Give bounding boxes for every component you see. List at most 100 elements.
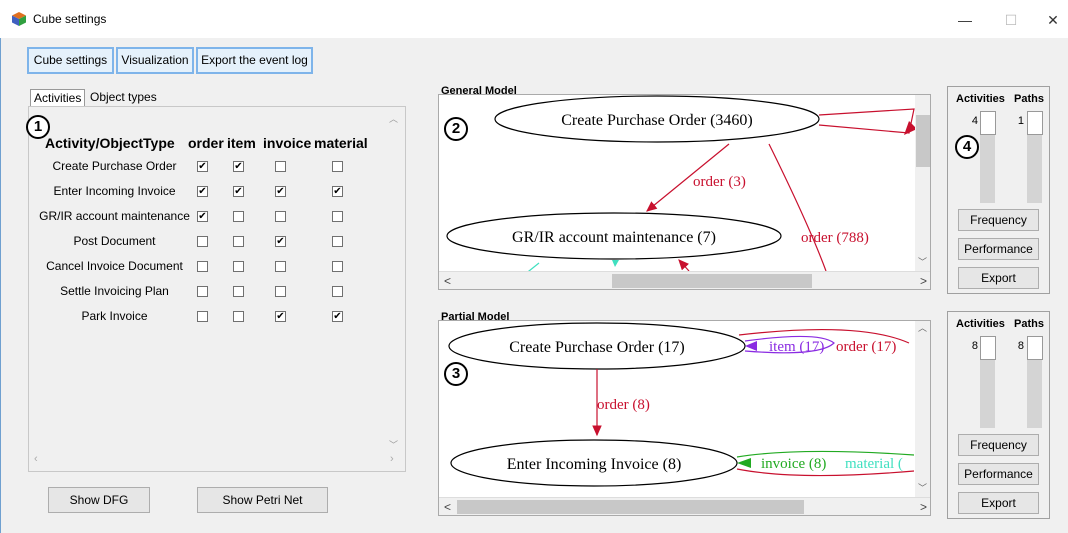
checkbox-order[interactable]	[197, 311, 208, 322]
window-border	[0, 38, 1, 533]
node-label-enter-invoice: Enter Incoming Invoice (8)	[507, 456, 682, 473]
activity-row-label: Post Document	[73, 234, 156, 248]
invoice-arrowhead	[737, 458, 751, 468]
checkbox-material[interactable]	[332, 211, 343, 222]
checkbox-material[interactable]	[332, 161, 343, 172]
visualization-button[interactable]: Visualization	[116, 47, 194, 74]
partial-scroll-down-icon[interactable]: ﹀	[918, 481, 927, 494]
checkbox-item[interactable]: ✔	[233, 161, 244, 172]
partial-hscroll[interactable]: < >	[439, 497, 930, 515]
checkbox-item[interactable]	[233, 311, 244, 322]
activity-row-label: GR/IR account maintenance	[39, 209, 190, 223]
marker-3: 3	[444, 362, 468, 386]
partial-performance-button[interactable]: Performance	[958, 463, 1039, 485]
edge-label-order-788: order (788)	[801, 230, 869, 246]
activity-row-label: Park Invoice	[81, 309, 148, 323]
partial-hscroll-thumb[interactable]	[457, 500, 804, 514]
partial-model-canvas[interactable]: Create Purchase Order (17) item (17) ord…	[438, 320, 931, 516]
general-paths-value: 1	[1017, 115, 1024, 127]
checkbox-order[interactable]	[197, 261, 208, 272]
checkbox-invoice[interactable]	[275, 286, 286, 297]
general-vscroll[interactable]: ﹀	[915, 95, 930, 271]
partial-export-button[interactable]: Export	[958, 492, 1039, 514]
panel-scroll-right-icon[interactable]: ›	[390, 453, 394, 465]
activity-row-label: Cancel Invoice Document	[46, 259, 183, 273]
checkbox-order[interactable]	[197, 286, 208, 297]
general-export-button[interactable]: Export	[958, 267, 1039, 289]
checkbox-invoice[interactable]	[275, 211, 286, 222]
checkbox-invoice[interactable]: ✔	[275, 236, 286, 247]
checkbox-item[interactable]	[233, 261, 244, 272]
panel-scroll-left-icon[interactable]: ‹	[34, 453, 38, 465]
checkbox-invoice[interactable]: ✔	[275, 186, 286, 197]
general-paths-label: Paths	[1014, 93, 1044, 105]
partial-activities-slider-knob[interactable]	[980, 336, 996, 360]
general-activities-slider[interactable]	[980, 111, 996, 203]
close-button[interactable]: ✕	[1030, 6, 1068, 34]
general-scroll-left-icon[interactable]: <	[444, 274, 451, 288]
cube-icon	[12, 12, 26, 26]
export-event-log-button[interactable]: Export the event log	[196, 47, 313, 74]
general-vscroll-thumb[interactable]	[916, 115, 930, 167]
checkbox-item[interactable]	[233, 236, 244, 247]
node-label-create-po-17: Create Purchase Order (17)	[509, 339, 684, 356]
checkbox-item[interactable]	[233, 286, 244, 297]
edge-label-order-8: order (8)	[597, 397, 650, 413]
checkbox-order[interactable]: ✔	[197, 186, 208, 197]
general-frequency-button[interactable]: Frequency	[958, 209, 1039, 231]
edge-label-item-17: item (17)	[769, 339, 824, 355]
general-paths-slider[interactable]	[1027, 111, 1043, 203]
partial-vscroll[interactable]: ︿ ﹀	[915, 321, 930, 497]
show-dfg-button[interactable]: Show DFG	[48, 487, 150, 513]
checkbox-material[interactable]: ✔	[332, 186, 343, 197]
edge-red-up	[678, 259, 690, 272]
partial-paths-slider-knob[interactable]	[1027, 336, 1043, 360]
partial-paths-value: 8	[1017, 340, 1024, 352]
header-activity: Activity/ObjectType	[45, 135, 175, 151]
partial-paths-slider[interactable]	[1027, 336, 1043, 428]
partial-scroll-right-icon[interactable]: >	[920, 500, 927, 514]
header-item: item	[227, 135, 256, 151]
header-material: material	[314, 135, 368, 151]
edge-label-invoice-8: invoice (8)	[761, 456, 826, 472]
panel-scroll-up-icon[interactable]: ︿	[389, 112, 398, 125]
checkbox-item[interactable]: ✔	[233, 186, 244, 197]
show-petri-net-button[interactable]: Show Petri Net	[197, 487, 328, 513]
partial-activities-label: Activities	[956, 318, 1005, 330]
checkbox-invoice[interactable]	[275, 161, 286, 172]
checkbox-material[interactable]: ✔	[332, 311, 343, 322]
general-scroll-down-icon[interactable]: ﹀	[918, 255, 927, 268]
activity-row-label: Settle Invoicing Plan	[60, 284, 169, 298]
checkbox-order[interactable]	[197, 236, 208, 247]
partial-activities-value: 8	[971, 340, 978, 352]
general-hscroll-thumb[interactable]	[612, 274, 812, 288]
checkbox-item[interactable]	[233, 211, 244, 222]
checkbox-invoice[interactable]	[275, 261, 286, 272]
checkbox-invoice[interactable]: ✔	[275, 311, 286, 322]
edge-label-order-17: order (17)	[836, 339, 896, 355]
activity-row-label: Enter Incoming Invoice	[53, 184, 176, 198]
partial-frequency-button[interactable]: Frequency	[958, 434, 1039, 456]
checkbox-material[interactable]	[332, 261, 343, 272]
partial-activities-slider[interactable]	[980, 336, 996, 428]
partial-scroll-up-icon[interactable]: ︿	[918, 321, 927, 334]
tab-activities[interactable]: Activities	[30, 89, 86, 107]
general-scroll-right-icon[interactable]: >	[920, 274, 927, 288]
activity-row-label: Create Purchase Order	[52, 159, 177, 173]
checkbox-order[interactable]: ✔	[197, 211, 208, 222]
edge-label-order-3: order (3)	[693, 174, 746, 190]
general-performance-button[interactable]: Performance	[958, 238, 1039, 260]
general-model-canvas[interactable]: Create Purchase Order (3460) order (3) o…	[438, 94, 931, 290]
general-activities-slider-knob[interactable]	[980, 111, 996, 135]
checkbox-material[interactable]	[332, 236, 343, 247]
panel-scroll-down-icon[interactable]: ﹀	[389, 438, 398, 451]
partial-scroll-left-icon[interactable]: <	[444, 500, 451, 514]
general-hscroll[interactable]: < >	[439, 271, 930, 289]
general-paths-slider-knob[interactable]	[1027, 111, 1043, 135]
minimize-button[interactable]: —	[942, 6, 988, 34]
checkbox-material[interactable]	[332, 286, 343, 297]
checkbox-order[interactable]: ✔	[197, 161, 208, 172]
partial-paths-label: Paths	[1014, 318, 1044, 330]
tab-object-types[interactable]: Object types	[87, 89, 160, 107]
cube-settings-button[interactable]: Cube settings	[27, 47, 114, 74]
